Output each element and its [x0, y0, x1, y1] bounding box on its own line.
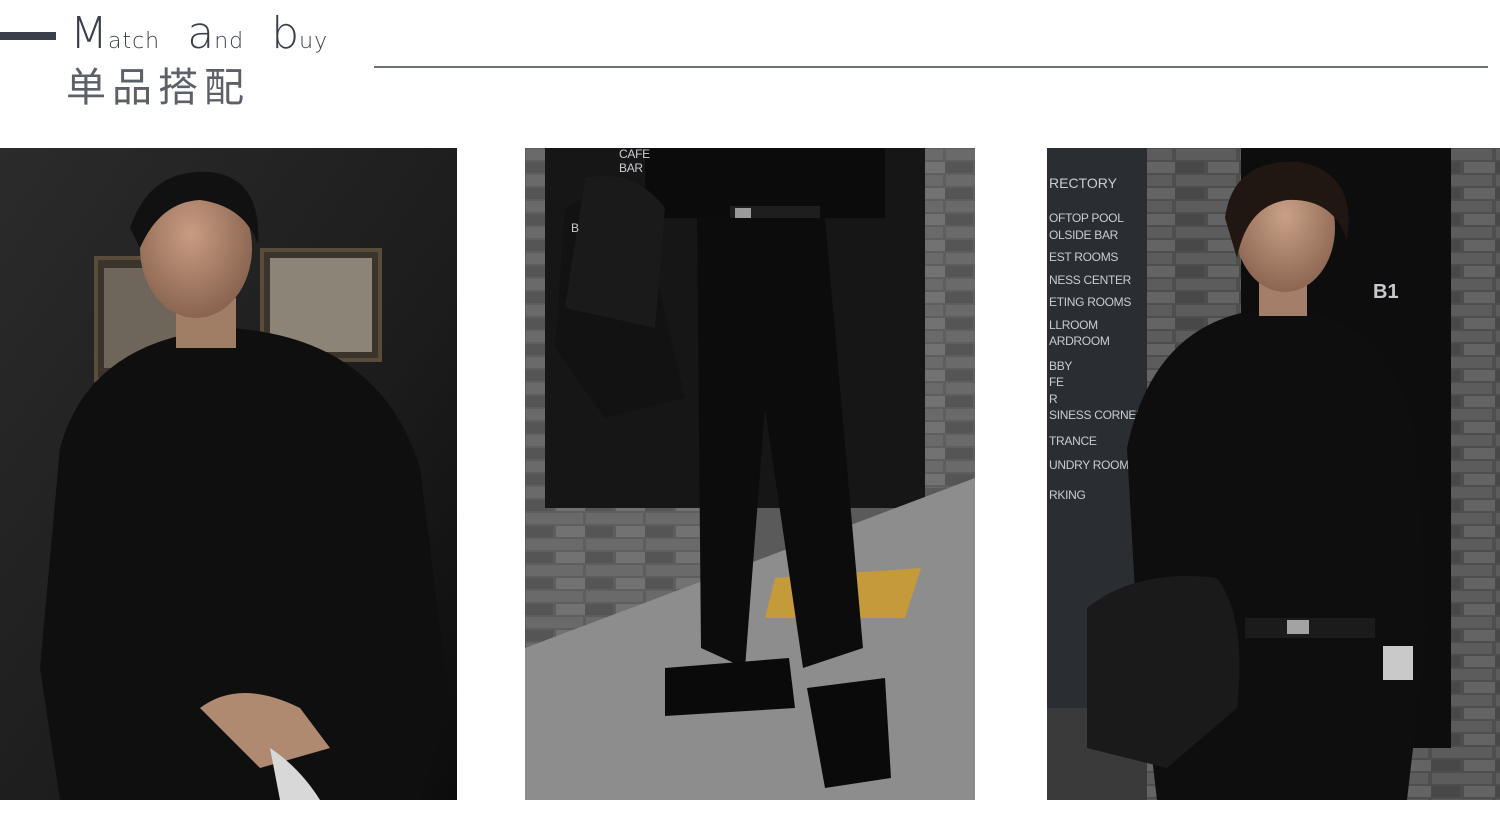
svg-text:OFTOP POOL: OFTOP POOL	[1049, 211, 1124, 225]
title-word-match: Match	[70, 8, 161, 59]
svg-text:NESS CENTER: NESS CENTER	[1049, 273, 1132, 287]
outfit-photo-2: CAFE BAR B	[525, 148, 975, 800]
title-word-and: and	[187, 8, 245, 59]
svg-text:BBY: BBY	[1049, 359, 1072, 373]
svg-text:LLROOM: LLROOM	[1049, 318, 1098, 332]
sign-text-bar: BAR	[619, 161, 643, 175]
header-accent-bar	[0, 32, 56, 40]
section-title-chinese: 单品搭配	[66, 65, 250, 111]
sign-text-cafe: CAFE	[619, 148, 650, 161]
floor-label-b1: B1	[1373, 281, 1399, 303]
sign-text-b: B	[571, 221, 579, 235]
svg-text:RKING: RKING	[1049, 488, 1086, 502]
svg-text:FE: FE	[1049, 375, 1064, 389]
svg-text:UNDRY ROOM: UNDRY ROOM	[1049, 458, 1129, 472]
svg-text:RECTORY: RECTORY	[1049, 175, 1118, 191]
outfit-photo-3: B1 RECTORY OFTOP POOL OLSIDE BAR EST ROO…	[1047, 148, 1500, 800]
svg-text:TRANCE: TRANCE	[1049, 434, 1097, 448]
svg-text:SINESS CORNER: SINESS CORNER	[1049, 408, 1145, 422]
svg-text:ETING ROOMS: ETING ROOMS	[1049, 295, 1131, 309]
header-divider-line	[374, 66, 1488, 68]
title-word-buy: buy	[271, 8, 329, 59]
svg-text:ARDROOM: ARDROOM	[1049, 334, 1110, 348]
svg-text:OLSIDE BAR: OLSIDE BAR	[1049, 228, 1119, 242]
section-title-english: Match and buy	[70, 8, 350, 60]
svg-text:EST ROOMS: EST ROOMS	[1049, 250, 1118, 264]
svg-text:R: R	[1049, 392, 1058, 406]
outfit-photo-1	[0, 148, 457, 800]
